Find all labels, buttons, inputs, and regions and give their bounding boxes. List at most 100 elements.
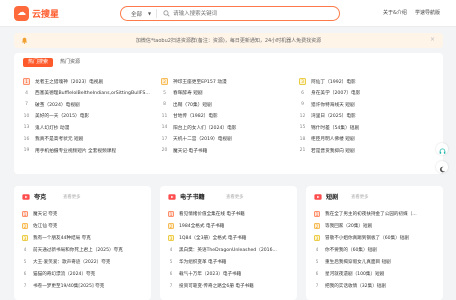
- rank-badge: 6: [169, 271, 173, 276]
- list-item-label: 书卷一梦更至19/40集[2025] 夸克: [33, 284, 105, 289]
- list-item[interactable]: 3 我有一个朋友44种结局 夸克: [22, 232, 146, 244]
- rank-badge: 18: [299, 136, 306, 142]
- hot-search-item[interactable]: 10 美好的一天（2015）电影: [23, 111, 161, 123]
- rank-badge: 12: [299, 113, 306, 119]
- rank-badge: 6: [315, 271, 319, 276]
- hot-search-item-label: 出鞘（70集）短剧: [173, 102, 212, 108]
- list-item[interactable]: 2 佐江仙 夸克: [22, 220, 146, 232]
- hot-search-panel: 热门搜索 热门资源 1 龙者王之猎魂神（2023）电视剧 2 神印王座更至EP157 …: [14, 53, 443, 174]
- list-item[interactable]: 5 重生后我揭穿假女儿真面目 短剧: [314, 256, 438, 268]
- hot-search-item[interactable]: 14 阳台上的女人们（2024）电影: [161, 122, 299, 134]
- hot-search-item[interactable]: 15 锦什时差（54集）短剧: [299, 122, 437, 134]
- hot-search-item[interactable]: 21 若是晋货我抑向 短剧: [299, 145, 437, 157]
- list-item[interactable]: 5 大王·爱笑爱：歌声奇迹（2022）夸克: [22, 256, 146, 268]
- search-icon: [161, 9, 171, 19]
- list-item[interactable]: 3 冒敬不小姐你真踢到钢板了（60集）短剧: [314, 232, 438, 244]
- list-item-label: 载气十万年（2023）电子书籍: [179, 272, 242, 277]
- list-item[interactable]: 6 星河就夜遗剧（100集）短剧: [314, 268, 438, 280]
- list-item-label: 黑白樊：英语TheDragonUnleashed（2016...: [179, 248, 277, 253]
- hot-search-item[interactable]: 12 湾里日（2025）电影: [299, 111, 437, 123]
- rank-badge: 2: [314, 223, 320, 229]
- list-item[interactable]: 7 把我的实话收情（32集）短剧: [314, 280, 438, 292]
- panel-title: 短剧: [326, 194, 339, 201]
- hot-search-item[interactable]: 5 春晖醉寿 短剧: [161, 88, 299, 100]
- list-item[interactable]: 1 看见情绪价值全集在线 电子书籍: [168, 208, 292, 220]
- hot-search-item[interactable]: 4 西塞美德理BufflelolBeltheIndians,orSittingBu…: [23, 88, 161, 100]
- hot-search-item-label: 鬼人幻灯抄 动漫: [35, 125, 70, 131]
- list-item[interactable]: 7 投资可靠变·传奇之路全6册 电子书籍: [168, 280, 292, 292]
- rank-badge: 2: [168, 223, 174, 229]
- search-box: 全部 ▼: [120, 6, 340, 21]
- hot-search-item[interactable]: 16 我真不是高考状元 短剧: [23, 134, 161, 146]
- list-item-label: 投资可靠变·传奇之路全6册 电子书籍: [179, 284, 254, 289]
- hot-search-item[interactable]: 6 身在美学（2007）电影: [299, 88, 437, 100]
- list-item[interactable]: 4 黑白樊：英语TheDragonUnleashed（2016...: [168, 244, 292, 256]
- rank-badge: 2: [22, 223, 28, 229]
- hot-search-item[interactable]: 3 阿仙丁（1992）电影: [299, 76, 437, 88]
- hot-search-item-label: 西塞美德理BufflelolBeltheIndians,orSittingBul…: [35, 91, 150, 97]
- view-more-link[interactable]: 查看更多: [63, 194, 81, 200]
- search-scope-select[interactable]: 全部 ▼: [121, 9, 158, 18]
- panel-header: 夸克: [22, 192, 46, 201]
- rank-badge: 17: [161, 136, 168, 142]
- rank-badge: 7: [25, 102, 28, 108]
- hot-search-item[interactable]: 18 柜臣月明人佛楼 短剧: [299, 134, 437, 146]
- hot-search-item[interactable]: 17 天机十二宫（2019）电视剧: [161, 134, 299, 146]
- rank-badge: 1: [314, 211, 320, 217]
- list-item[interactable]: 2 等我回家（20集）短剧: [314, 220, 438, 232]
- tab-hot-resources[interactable]: 热门资源: [60, 58, 80, 67]
- hot-search-item-label: 甘地传（1982）电影: [173, 114, 218, 120]
- rank-badge: 3: [168, 235, 174, 241]
- hot-search-item[interactable]: 1 龙者王之猎魂神（2023）电视剧: [23, 76, 161, 88]
- hot-search-item[interactable]: 8 出鞘（70集）短剧: [161, 99, 299, 111]
- rank-badge: 16: [23, 136, 30, 142]
- rank-badge: 10: [23, 113, 30, 119]
- list-item[interactable]: 7 书卷一梦更至19/40集[2025] 夸克: [22, 280, 146, 292]
- list-item[interactable]: 4 你不要我的（60集）短剧: [314, 244, 438, 256]
- study-nav-link[interactable]: 学速导航版: [415, 9, 440, 16]
- tab-hot-search[interactable]: 热门搜索: [23, 58, 54, 67]
- rank-badge: 4: [25, 90, 28, 96]
- list-item[interactable]: 2 1984全格式 电子书籍: [168, 220, 292, 232]
- hot-search-item-label: 猎许你特海线天 短剧: [311, 102, 355, 108]
- theme-toggle-button[interactable]: [436, 161, 448, 173]
- view-more-link[interactable]: 查看更多: [351, 194, 369, 200]
- list-item-label: 1Q84（全3册）全格式 电子书籍: [179, 236, 247, 241]
- about-link[interactable]: 关于&介绍: [383, 9, 407, 16]
- search-input[interactable]: [171, 7, 339, 20]
- panel-ebooks: 电子书籍 查看更多 1 看见情绪价值全集在线 电子书籍 2 1984全格式 电子书籍 3…: [160, 186, 297, 300]
- list-item[interactable]: 6 载气十万年（2023）电子书籍: [168, 268, 292, 280]
- panel-list: 1 看见情绪价值全集在线 电子书籍 2 1984全格式 电子书籍 3 1Q84（全3册）全…: [168, 208, 292, 292]
- list-item[interactable]: 5 华为组织变革 电子书籍: [168, 256, 292, 268]
- hot-search-item-label: 神印王座更至EP157 动漫: [173, 79, 227, 85]
- hot-search-item[interactable]: 7 破茧（2024）电视剧: [23, 99, 161, 111]
- hot-search-item[interactable]: 20 魔天记·电子书籍: [161, 145, 299, 157]
- rank-badge: 5: [315, 259, 319, 264]
- hot-search-item[interactable]: 2 神印王座更至EP157 动漫: [161, 76, 299, 88]
- panel-list: 1 魔天记 夸克 2 佐江仙 夸克 3 我有一个朋友44种结局 夸克 4 前天通过新书局和你死…: [22, 208, 146, 292]
- close-icon[interactable]: ×: [430, 37, 435, 43]
- panel-short-drama: 短剧 查看更多 1 我在全了男主的初夜扶持金了公园的初媒（... 2 等我回家（20集…: [306, 186, 443, 300]
- list-item[interactable]: 6 猫猫的奇幻漂流（2024）夸克: [22, 268, 146, 280]
- list-item[interactable]: 4 前天通过新书局和你死上君上（2025）夸克: [22, 244, 146, 256]
- hot-search-item[interactable]: 9 猎许你特海线天 短剧: [299, 99, 437, 111]
- rank-badge: 2: [161, 78, 168, 86]
- hot-search-item[interactable]: 11 甘地传（1982）电影: [161, 111, 299, 123]
- list-item[interactable]: 1 魔天记 夸克: [22, 208, 146, 220]
- notice-text: 加微信*taobu2扫进资源群(备注：资源)，每日更新通知，24小时机器人免费找…: [135, 38, 322, 44]
- panel-list: 1 我在全了男主的初夜扶持金了公园的初媒（... 2 等我回家（20集）短剧 3 冒敬不小…: [314, 208, 438, 292]
- hot-search-item[interactable]: 13 鬼人幻灯抄 动漫: [23, 122, 161, 134]
- logo-text: 云搜星: [32, 10, 60, 20]
- site-logo[interactable]: ☁ 云搜星: [14, 6, 59, 21]
- rank-badge: 5: [23, 259, 27, 264]
- rank-badge: 19: [23, 148, 30, 154]
- list-item[interactable]: 1 我在全了男主的初夜扶持金了公园的初媒（...: [314, 208, 438, 220]
- hot-search-item-label: 春晖醉寿 短剧: [173, 91, 203, 97]
- view-more-link[interactable]: 查看更多: [226, 194, 244, 200]
- list-item-label: 冒敬不小姐你真踢到钢板了（60集）短剧: [325, 236, 409, 241]
- list-item[interactable]: 3 1Q84（全3册）全格式 电子书籍: [168, 232, 292, 244]
- customer-service-button[interactable]: [436, 143, 448, 155]
- hot-search-item[interactable]: 19 用手机拍摄专业视频短片 全套视频课程: [23, 145, 161, 157]
- logo-mark-icon: ☁: [14, 6, 29, 21]
- hot-search-item-label: 美好的一天（2015）电影: [35, 114, 90, 120]
